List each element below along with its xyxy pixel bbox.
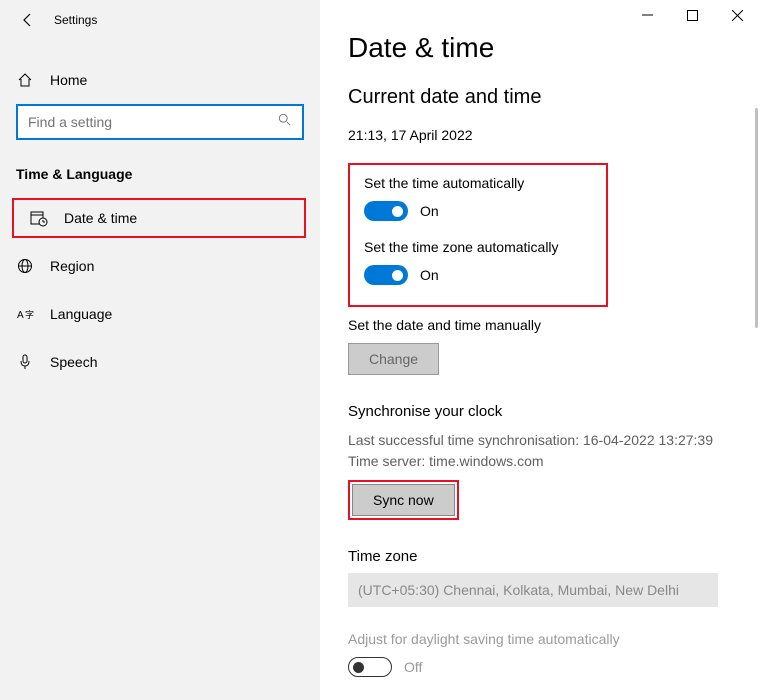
auto-settings-highlight: Set the time automatically On Set the ti… <box>348 163 608 307</box>
search-input[interactable] <box>28 114 278 130</box>
auto-time-state: On <box>420 203 439 219</box>
svg-text:A: A <box>17 310 24 321</box>
auto-tz-toggle[interactable] <box>364 265 408 285</box>
home-icon <box>16 72 34 88</box>
nav-home-label: Home <box>50 72 87 88</box>
scrollbar[interactable] <box>755 108 758 328</box>
sync-server: Time server: time.windows.com <box>348 451 736 472</box>
manual-label: Set the date and time manually <box>348 317 736 333</box>
auto-tz-state: On <box>420 267 439 283</box>
language-icon: A字 <box>16 307 34 321</box>
auto-time-toggle[interactable] <box>364 201 408 221</box>
search-icon <box>278 113 292 132</box>
auto-tz-label: Set the time zone automatically <box>364 239 592 255</box>
nav-item-region[interactable]: Region <box>0 246 320 286</box>
minimize-button[interactable] <box>625 0 670 30</box>
dst-toggle <box>348 657 392 677</box>
nav-item-label: Region <box>50 258 94 274</box>
nav-item-speech[interactable]: Speech <box>0 342 320 382</box>
timezone-value: (UTC+05:30) Chennai, Kolkata, Mumbai, Ne… <box>358 582 679 598</box>
timezone-select: (UTC+05:30) Chennai, Kolkata, Mumbai, Ne… <box>348 573 718 607</box>
page-title: Date & time <box>348 32 736 64</box>
current-datetime: 21:13, 17 April 2022 <box>348 127 736 143</box>
page-subtitle: Current date and time <box>348 86 736 109</box>
nav-item-label: Speech <box>50 354 97 370</box>
category-header: Time & Language <box>0 156 320 198</box>
back-button[interactable] <box>14 6 42 34</box>
dst-label: Adjust for daylight saving time automati… <box>348 631 736 647</box>
globe-icon <box>16 258 34 274</box>
nav-home[interactable]: Home <box>0 60 320 100</box>
calendar-clock-icon <box>30 209 48 227</box>
sync-last: Last successful time synchronisation: 16… <box>348 430 736 451</box>
svg-text:字: 字 <box>25 309 34 320</box>
nav-item-date-time[interactable]: Date & time <box>12 198 306 238</box>
nav-item-label: Date & time <box>64 210 137 226</box>
microphone-icon <box>16 354 34 370</box>
search-box[interactable] <box>16 104 304 140</box>
dst-state: Off <box>404 659 422 675</box>
close-button[interactable] <box>715 0 760 30</box>
sync-button-highlight: Sync now <box>348 480 459 520</box>
sync-now-button[interactable]: Sync now <box>352 484 455 516</box>
nav-item-language[interactable]: A字 Language <box>0 294 320 334</box>
nav-item-label: Language <box>50 306 112 322</box>
change-button: Change <box>348 343 439 375</box>
auto-time-label: Set the time automatically <box>364 175 592 191</box>
window-title: Settings <box>54 13 97 27</box>
maximize-button[interactable] <box>670 0 715 30</box>
tz-title: Time zone <box>348 548 736 565</box>
sync-title: Synchronise your clock <box>348 403 736 420</box>
